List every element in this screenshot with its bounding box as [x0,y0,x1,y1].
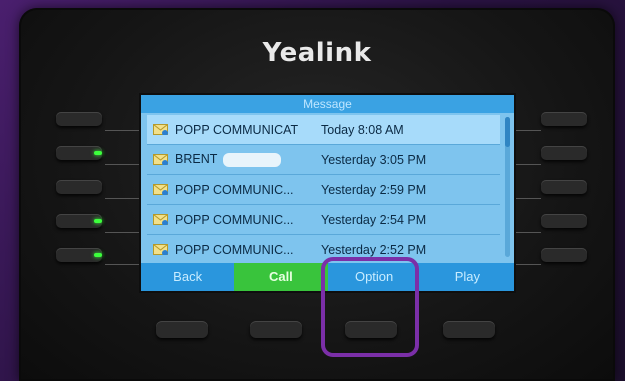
key-connector [105,232,139,233]
line-key-led [94,253,102,257]
key-connector [105,130,139,131]
key-connector [105,264,139,265]
line-key-left-1[interactable] [56,112,102,126]
envelope-icon [153,124,168,135]
softkey-call[interactable]: Call [234,263,328,291]
soft-button-2[interactable] [250,321,302,338]
message-sender: POPP COMMUNIC... [175,182,294,197]
list-item[interactable]: POPP COMMUNICAT Today 8:08 AM [147,115,500,145]
highlight-box [321,257,419,357]
key-connector [105,198,139,199]
brand-logo: Yealink [262,38,372,68]
message-sender: POPP COMMUNIC... [175,242,294,257]
redacted-name [223,152,282,167]
key-connector [513,264,541,265]
message-sender: POPP COMMUNIC... [175,212,294,227]
message-list: POPP COMMUNICAT Today 8:08 AM BRENT Yest… [147,115,500,265]
line-key-right-3[interactable] [541,180,587,194]
envelope-icon [153,214,168,225]
message-sender: POPP COMMUNICAT [175,122,299,137]
envelope-icon [153,184,168,195]
line-key-left-3[interactable] [56,180,102,194]
message-time: Yesterday 3:05 PM [321,152,427,167]
message-time: Yesterday 2:54 PM [321,212,427,227]
key-connector [513,130,541,131]
line-key-right-4[interactable] [541,214,587,228]
line-key-right-5[interactable] [541,248,587,262]
list-item[interactable]: POPP COMMUNIC... Yesterday 2:59 PM [147,175,500,205]
line-key-led [94,151,102,155]
message-time: Yesterday 2:52 PM [321,242,427,257]
message-time: Yesterday 2:59 PM [321,182,427,197]
key-connector [513,232,541,233]
list-item[interactable]: POPP COMMUNIC... Yesterday 2:54 PM [147,205,500,235]
screen-title: Message [141,95,514,113]
soft-button-1[interactable] [156,321,208,338]
envelope-icon [153,244,168,255]
key-connector [513,198,541,199]
key-connector [513,164,541,165]
message-sender: BRENT [175,152,315,167]
line-key-right-2[interactable] [541,146,587,160]
envelope-icon [153,154,168,165]
scrollbar[interactable] [505,117,510,257]
softkey-back[interactable]: Back [141,263,234,291]
scroll-thumb[interactable] [505,117,510,147]
softkey-play[interactable]: Play [421,263,514,291]
line-key-right-1[interactable] [541,112,587,126]
soft-button-4[interactable] [443,321,495,338]
key-connector [105,164,139,165]
message-time: Today 8:08 AM [321,122,404,137]
line-key-led [94,219,102,223]
list-item[interactable]: BRENT Yesterday 3:05 PM [147,145,500,175]
